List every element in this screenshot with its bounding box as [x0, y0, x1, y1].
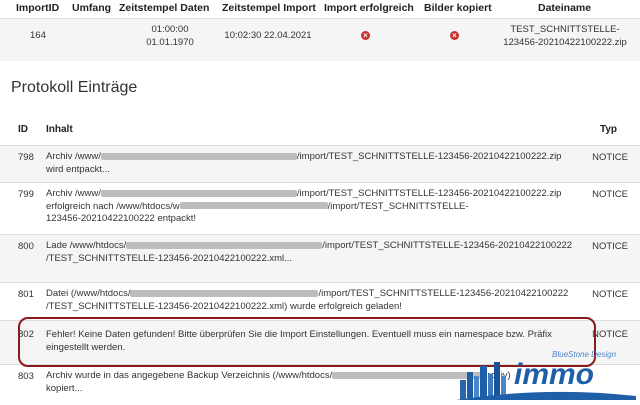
logo-tagline: BlueStone Design [552, 350, 617, 359]
import-dateiname-2: 123456-20210422100222.zip [503, 37, 627, 48]
row-type: NOTICE [592, 329, 628, 340]
row-id: 801 [18, 289, 34, 300]
import-zeit-daten-date: 01.01.1970 [146, 37, 194, 48]
row-id: 799 [18, 189, 34, 200]
row-content: Archiv wurde in das angegebene Backup Ve… [46, 370, 511, 395]
table-row[interactable]: 801 Datei (/www/htdocs//import/TEST_SCHN… [0, 282, 640, 321]
row-content: Archiv /www//import/TEST_SCHNITTSTELLE-1… [46, 151, 562, 175]
row-content: Datei (/www/htdocs//import/TEST_SCHNITTS… [46, 288, 569, 312]
logo-text: immo [514, 358, 595, 391]
header-inhalt: Inhalt [46, 124, 73, 135]
brand-logo: immo BlueStone Design [456, 346, 636, 400]
import-dateiname-1: TEST_SCHNITTSTELLE- [510, 24, 620, 35]
import-row[interactable]: 164 01:00:00 01.01.1970 10:02:30 22.04.2… [0, 18, 640, 61]
redacted-path [100, 152, 297, 160]
header-import-erfolgreich: Import erfolgreich [324, 2, 414, 14]
redacted-path [100, 189, 297, 197]
row-id: 798 [18, 152, 34, 163]
header-umfang: Umfang [72, 2, 112, 14]
row-content: Lade /www/htdocs//import/TEST_SCHNITTSTE… [46, 240, 573, 264]
page-title: Protokoll Einträge [11, 79, 138, 96]
header-zeit-daten: Zeitstempel Daten [119, 2, 210, 14]
images-not-copied-icon: × [450, 31, 459, 40]
row-content: Archiv /www//import/TEST_SCHNITTSTELLE-1… [46, 188, 562, 224]
redacted-path [179, 202, 328, 210]
header-typ: Typ [600, 124, 618, 135]
redacted-path [126, 241, 323, 249]
import-id: 164 [30, 30, 46, 41]
row-type: NOTICE [592, 241, 628, 252]
row-type: NOTICE [592, 289, 628, 300]
table-row[interactable]: 799 Archiv /www//import/TEST_SCHNITTSTEL… [0, 182, 640, 235]
table-row[interactable]: 798 Archiv /www//import/TEST_SCHNITTSTEL… [0, 145, 640, 183]
import-zeit-daten-time: 01:00:00 [151, 24, 189, 35]
redacted-path [130, 289, 319, 297]
row-id: 800 [18, 241, 34, 252]
row-type: NOTICE [592, 189, 628, 200]
import-failed-icon: × [361, 31, 370, 40]
table-row[interactable]: 800 Lade /www/htdocs//import/TEST_SCHNIT… [0, 234, 640, 283]
header-dateiname: Dateiname [538, 2, 592, 14]
row-type: NOTICE [592, 152, 628, 163]
header-id: ID [18, 124, 28, 135]
header-zeit-import: Zeitstempel Import [222, 2, 316, 14]
header-importid: ImportID [16, 2, 60, 14]
row-id: 803 [18, 371, 34, 382]
import-zeit-import: 10:02:30 22.04.2021 [224, 30, 312, 41]
header-bilder-kopiert: Bilder kopiert [424, 2, 492, 14]
